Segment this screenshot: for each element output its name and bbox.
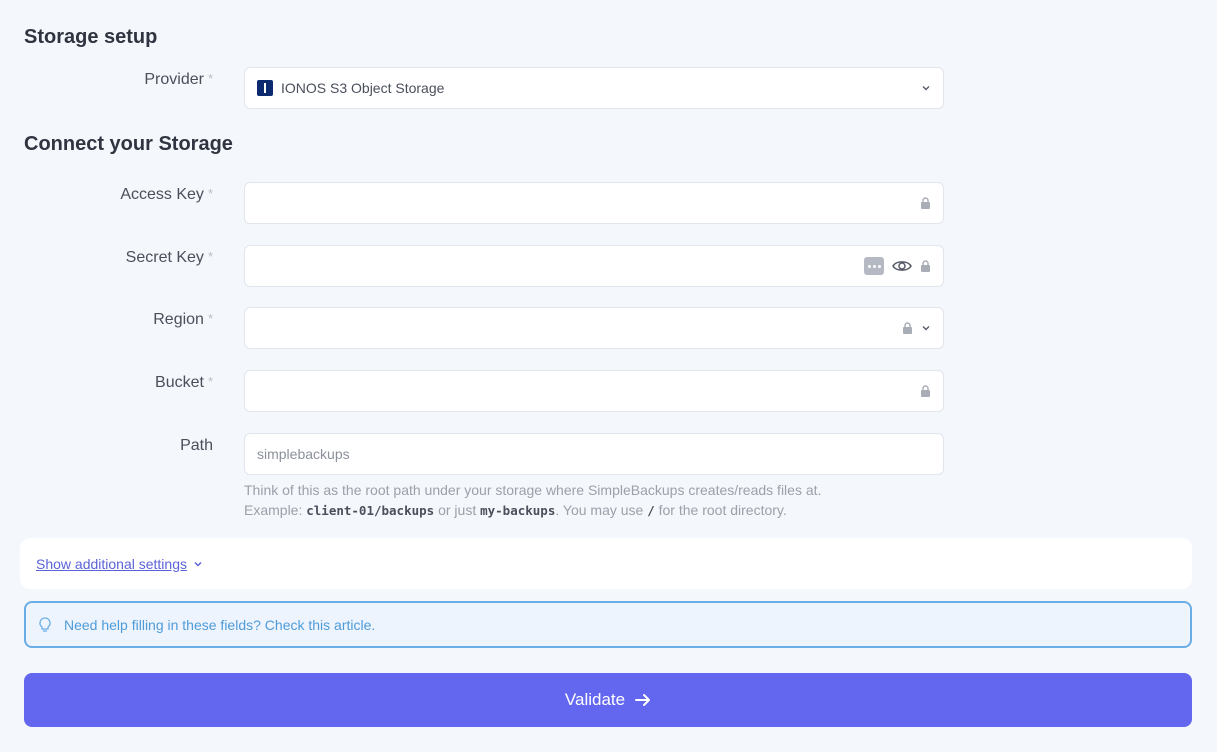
bucket-label: Bucket * bbox=[155, 374, 213, 391]
lock-icon bbox=[921, 197, 930, 209]
arrow-right-icon bbox=[635, 694, 651, 706]
access-key-label: Access Key * bbox=[120, 186, 213, 203]
chevron-down-icon bbox=[922, 326, 930, 331]
secret-key-field bbox=[244, 245, 944, 287]
storage-form-panel: Storage setup Provider * IONOS S3 Object … bbox=[0, 0, 1215, 750]
path-label: Path bbox=[180, 437, 213, 454]
path-field bbox=[244, 433, 944, 475]
ionos-logo-icon bbox=[257, 80, 273, 96]
provider-select[interactable]: IONOS S3 Object Storage bbox=[244, 67, 944, 109]
access-key-field bbox=[244, 182, 944, 224]
eye-icon[interactable] bbox=[892, 259, 912, 273]
additional-settings-bar: Show additional settings bbox=[20, 538, 1192, 589]
lightbulb-icon bbox=[39, 616, 51, 632]
path-hint: Think of this as the root path under you… bbox=[244, 482, 822, 518]
provider-label: Provider * bbox=[144, 71, 213, 88]
provider-selected-value: IONOS S3 Object Storage bbox=[281, 80, 445, 96]
help-article-text: Need help filling in these fields? Check… bbox=[64, 616, 376, 633]
secret-key-input[interactable] bbox=[257, 246, 856, 286]
lock-icon bbox=[921, 260, 930, 272]
lock-icon bbox=[903, 322, 912, 334]
chevron-down-icon bbox=[922, 86, 930, 91]
bucket-field bbox=[244, 370, 944, 412]
bucket-input[interactable] bbox=[257, 371, 912, 411]
password-manager-icon[interactable] bbox=[864, 257, 884, 275]
region-select[interactable] bbox=[244, 307, 944, 349]
chevron-down-icon bbox=[194, 561, 202, 567]
secret-key-label: Secret Key * bbox=[125, 249, 213, 266]
storage-setup-title: Storage setup bbox=[24, 26, 158, 48]
access-key-input[interactable] bbox=[257, 183, 912, 223]
help-article-box[interactable]: Need help filling in these fields? Check… bbox=[24, 601, 1192, 648]
show-additional-settings-link[interactable]: Show additional settings bbox=[36, 556, 203, 572]
region-label: Region * bbox=[153, 311, 213, 328]
connect-storage-title: Connect your Storage bbox=[24, 133, 233, 155]
path-input[interactable] bbox=[257, 434, 931, 474]
lock-icon bbox=[921, 385, 930, 397]
validate-button[interactable]: Validate bbox=[24, 673, 1192, 727]
